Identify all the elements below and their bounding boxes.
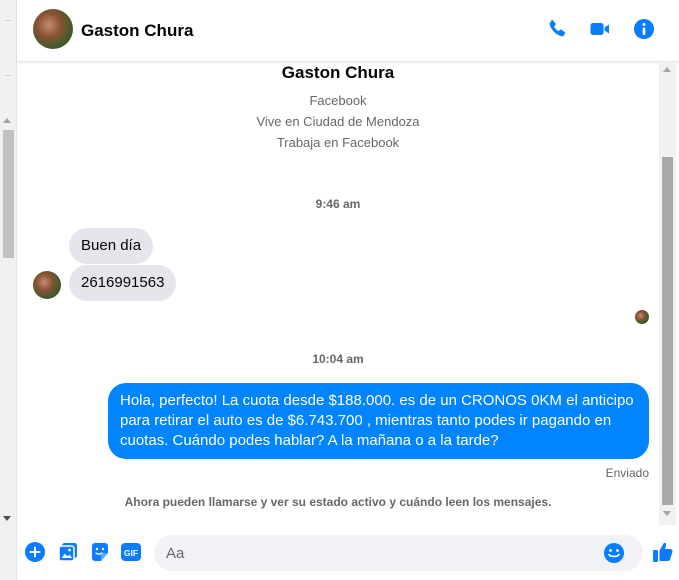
gif-label: GIF (124, 548, 138, 558)
scroll-thumb[interactable] (3, 130, 14, 258)
message-input-wrapper[interactable] (154, 535, 643, 571)
page-edge-mark (5, 20, 11, 21)
plus-icon[interactable] (24, 541, 46, 563)
contact-name[interactable]: Gaston Chura (81, 21, 193, 41)
chat-scrollbar[interactable] (659, 63, 676, 525)
scroll-up-arrow[interactable] (3, 118, 11, 123)
message-status: Enviado (605, 466, 649, 480)
incoming-message[interactable]: 2616991563 (69, 265, 177, 301)
info-icon[interactable] (632, 17, 656, 41)
profile-info-line: Trabaja en Facebook (276, 135, 400, 150)
scroll-up-arrow[interactable] (663, 67, 671, 72)
page-edge-mark (5, 75, 11, 76)
chat-header: Gaston Chura (17, 0, 679, 62)
seen-receipt-avatar (635, 310, 649, 324)
thumbs-up-icon[interactable] (651, 540, 675, 564)
scroll-down-arrow[interactable] (663, 511, 671, 516)
chat-window: Gaston Chura Gaston Chura Facebook Vive … (17, 0, 679, 580)
scroll-down-arrow[interactable] (3, 516, 11, 521)
video-camera-icon[interactable] (588, 17, 612, 41)
scroll-thumb[interactable] (662, 157, 673, 505)
contact-avatar[interactable] (33, 9, 73, 49)
outgoing-message[interactable]: Hola, perfecto! La cuota desde $188.000.… (108, 383, 649, 459)
emoji-icon[interactable] (603, 542, 625, 564)
page-scrollbar[interactable] (0, 0, 17, 580)
message-list[interactable]: Gaston Chura Facebook Vive en Ciudad de … (17, 63, 659, 525)
gif-icon[interactable]: GIF (120, 541, 142, 563)
profile-info-line: Facebook (309, 93, 367, 108)
message-timestamp: 9:46 am (315, 197, 361, 211)
profile-info-line: Vive en Ciudad de Mendoza (256, 114, 420, 129)
profile-name: Gaston Chura (281, 63, 395, 82)
message-input[interactable] (166, 535, 596, 571)
photo-icon[interactable] (57, 541, 79, 563)
message-composer: GIF (17, 526, 679, 580)
message-timestamp: 10:04 am (312, 352, 364, 366)
chat-notice: Ahora pueden llamarse y ver su estado ac… (124, 495, 552, 509)
phone-icon[interactable] (545, 17, 569, 41)
sender-avatar[interactable] (33, 271, 61, 299)
sticker-icon[interactable] (89, 541, 111, 563)
incoming-message[interactable]: Buen día (69, 228, 154, 264)
